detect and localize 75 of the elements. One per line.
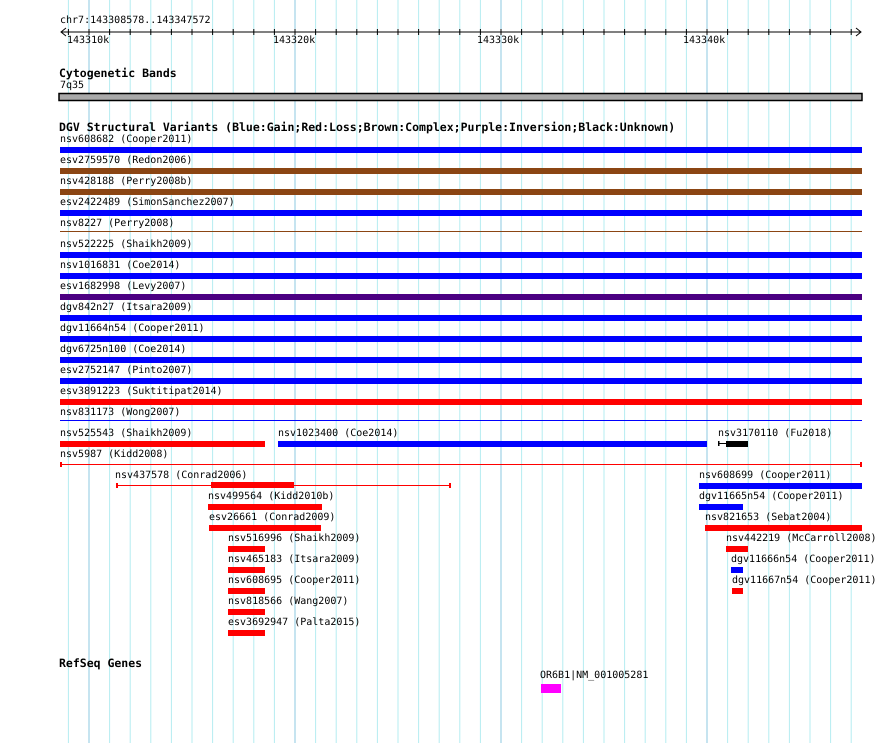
variant-span-line[interactable]	[60, 462, 862, 467]
variant-bar[interactable]	[60, 273, 862, 279]
variant-label: nsv1016831 (Coe2014)	[60, 260, 180, 272]
variant-bar[interactable]	[731, 567, 743, 573]
variant-label: nsv465183 (Itsara2009)	[228, 554, 360, 566]
variant-bar[interactable]	[228, 567, 265, 573]
variant-label: dgv11667n54 (Cooper2011)	[732, 575, 876, 587]
variant-label: esv3692947 (Palta2015)	[228, 617, 360, 629]
variant-line[interactable]	[60, 231, 862, 232]
variant-label: nsv428188 (Perry2008b)	[60, 176, 192, 188]
variant-label: nsv831173 (Wong2007)	[60, 407, 180, 419]
variant-bar[interactable]	[60, 252, 862, 258]
variant-bar[interactable]	[732, 588, 743, 594]
variant-bar[interactable]	[705, 525, 862, 531]
variant-bar[interactable]	[726, 546, 748, 552]
tick-label: 143340k	[683, 35, 726, 47]
variant-label: esv2759570 (Redon2006)	[60, 155, 192, 167]
variant-label: nsv516996 (Shaikh2009)	[228, 533, 360, 545]
variant-span-with-bar[interactable]	[116, 482, 451, 488]
variant-bar[interactable]	[60, 189, 862, 195]
gene-label: OR6B1|NM_001005281	[540, 670, 648, 682]
location-label: chr7:143308578..143347572	[60, 15, 211, 27]
variant-label: dgv11666n54 (Cooper2011)	[731, 554, 876, 566]
variant-label: nsv442219 (McCarroll2008)	[726, 533, 877, 545]
variant-line[interactable]	[60, 420, 862, 421]
variant-bar[interactable]	[228, 609, 265, 615]
variant-label: nsv608699 (Cooper2011)	[699, 470, 832, 482]
track-title: DGV Structural Variants (Blue:Gain;Red:Loss;Brown:Complex;Purple:Inversion;Black:Unknown)	[59, 121, 676, 134]
variant-whisker-bar[interactable]	[718, 441, 748, 447]
gene-bar[interactable]	[541, 684, 561, 693]
variant-label: nsv5987 (Kidd2008)	[60, 449, 168, 461]
variant-label: dgv11664n54 (Cooper2011)	[60, 323, 204, 335]
variant-bar[interactable]	[60, 147, 862, 153]
variant-bar[interactable]	[60, 378, 862, 384]
variant-bar[interactable]	[228, 546, 265, 552]
variant-bar[interactable]	[228, 588, 265, 594]
variant-bar[interactable]	[60, 441, 265, 447]
variant-bar[interactable]	[60, 315, 862, 321]
variant-bar[interactable]	[209, 525, 321, 531]
variant-label: esv2422489 (SimonSanchez2007)	[60, 197, 235, 209]
tick-label: 143310k	[67, 35, 110, 47]
track-title: RefSeq Genes	[59, 657, 142, 670]
variant-label: esv2752147 (Pinto2007)	[60, 365, 192, 377]
variant-label: nsv1023400 (Coe2014)	[278, 428, 398, 440]
variant-label: nsv818566 (Wang2007)	[228, 596, 348, 608]
variant-label: esv3891223 (Suktitipat2014)	[60, 386, 223, 398]
variant-label: nsv821653 (Sebat2004)	[705, 512, 832, 524]
variant-label: nsv437578 (Conrad2006)	[115, 470, 248, 482]
variant-bar[interactable]	[278, 441, 707, 447]
variant-label: nsv3170110 (Fu2018)	[718, 428, 832, 440]
variant-bar[interactable]	[699, 483, 862, 489]
variant-bar[interactable]	[228, 630, 265, 636]
variant-label: nsv499564 (Kidd2010b)	[208, 491, 334, 503]
variant-label: esv1682998 (Levy2007)	[60, 281, 186, 293]
variant-label: esv26661 (Conrad2009)	[209, 512, 336, 524]
variant-label: nsv608682 (Cooper2011)	[60, 134, 192, 146]
variant-bar[interactable]	[60, 294, 862, 300]
variant-bar[interactable]	[60, 210, 862, 216]
tick-label: 143330k	[477, 35, 520, 47]
variant-label: nsv522225 (Shaikh2009)	[60, 239, 192, 251]
track-title: Cytogenetic Bands	[59, 67, 177, 80]
variant-label: nsv8227 (Perry2008)	[60, 218, 174, 230]
tick-label: 143320k	[273, 35, 316, 47]
variant-label: nsv525543 (Shaikh2009)	[60, 428, 192, 440]
variant-bar[interactable]	[60, 336, 862, 342]
variant-bar[interactable]	[60, 168, 862, 174]
variant-bar[interactable]	[208, 504, 322, 510]
variant-label: dgv842n27 (Itsara2009)	[60, 302, 192, 314]
variant-label: dgv11665n54 (Cooper2011)	[699, 491, 844, 503]
band-label: 7q35	[60, 80, 84, 92]
variant-bar[interactable]	[699, 504, 743, 510]
variant-label: nsv608695 (Cooper2011)	[228, 575, 360, 587]
variant-bar[interactable]	[60, 357, 862, 363]
variant-label: dgv6725n100 (Coe2014)	[60, 344, 186, 356]
variant-bar[interactable]	[60, 399, 862, 405]
